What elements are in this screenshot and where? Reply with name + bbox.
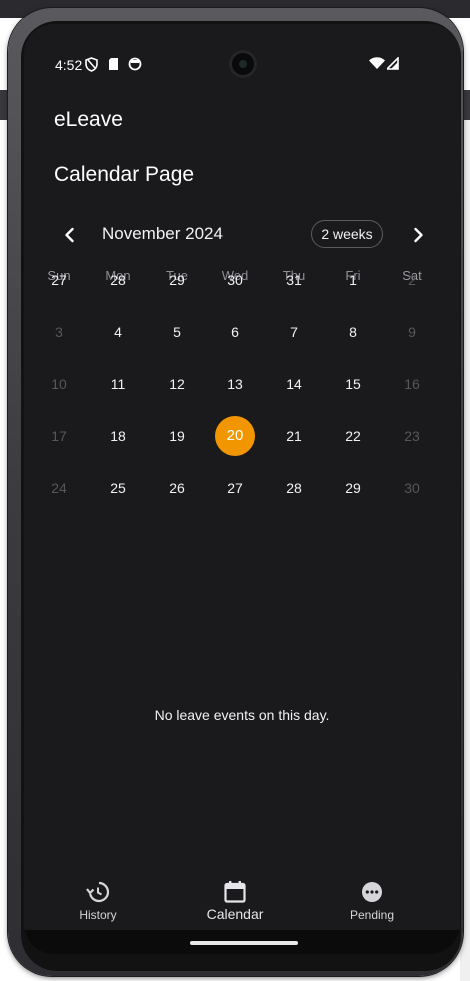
day-cell[interactable]: 26 (157, 468, 197, 508)
day-cell[interactable]: 2 (392, 260, 432, 300)
day-cell[interactable]: 25 (98, 468, 138, 508)
app-title: eLeave (54, 108, 123, 131)
day-cell[interactable]: 30 (215, 260, 255, 300)
day-cell[interactable]: 27 (215, 468, 255, 508)
day-cell[interactable]: 23 (392, 416, 432, 456)
day-cell[interactable]: 30 (392, 468, 432, 508)
day-cell[interactable]: 9 (392, 312, 432, 352)
nav-pending[interactable]: Pending (322, 874, 422, 930)
day-cell[interactable]: 10 (39, 364, 79, 404)
face-icon (128, 57, 142, 73)
day-cell[interactable]: 29 (333, 468, 373, 508)
calendar-icon (224, 881, 246, 903)
day-cell[interactable]: 27 (39, 260, 79, 300)
front-camera (229, 50, 257, 78)
status-time: 4:52 (55, 57, 83, 73)
chevron-right-icon (414, 227, 423, 243)
calendar-header: November 2024 2 weeks (54, 219, 434, 251)
day-cell[interactable]: 17 (39, 416, 79, 456)
day-cell[interactable]: 11 (98, 364, 138, 404)
nav-pending-label: Pending (349, 908, 395, 922)
day-cell[interactable]: 28 (274, 468, 314, 508)
day-cell[interactable]: 4 (98, 312, 138, 352)
day-cell[interactable]: 31 (274, 260, 314, 300)
day-cell[interactable]: 5 (157, 312, 197, 352)
signal-icon (385, 56, 401, 73)
previous-month-button[interactable] (54, 219, 86, 251)
nav-calendar[interactable]: Calendar (185, 874, 285, 930)
pending-icon (362, 882, 382, 902)
app-screen: 4:52 eLeave Calendar Page November 2024 … (24, 24, 460, 954)
page-title: Calendar Page (54, 163, 195, 186)
no-events-message: No leave events on this day. (154, 707, 330, 723)
day-cell[interactable]: 18 (98, 416, 138, 456)
day-cell[interactable]: 1 (333, 260, 373, 300)
day-cell[interactable]: 28 (98, 260, 138, 300)
bottom-navigation: History Calendar Pending (24, 874, 460, 934)
chevron-left-icon (65, 227, 74, 243)
next-month-button[interactable] (402, 219, 434, 251)
day-cell[interactable]: 14 (274, 364, 314, 404)
day-cell[interactable]: 13 (215, 364, 255, 404)
day-cell[interactable]: 21 (274, 416, 314, 456)
day-cell[interactable]: 15 (333, 364, 373, 404)
day-cell[interactable]: 7 (274, 312, 314, 352)
month-label: November 2024 (102, 224, 223, 243)
day-cell[interactable]: 22 (333, 416, 373, 456)
gesture-handle[interactable] (190, 941, 298, 945)
selected-day-cell[interactable]: 20 (215, 416, 255, 456)
day-cell[interactable]: 16 (392, 364, 432, 404)
day-cell[interactable]: 19 (157, 416, 197, 456)
shield-icon (85, 57, 99, 73)
day-cell[interactable]: 6 (215, 312, 255, 352)
nav-history[interactable]: History (48, 874, 148, 930)
day-cell[interactable]: 12 (157, 364, 197, 404)
history-icon (86, 881, 110, 903)
status-bar: 4:52 (24, 24, 460, 104)
day-cell[interactable]: 29 (157, 260, 197, 300)
day-cell[interactable]: 8 (333, 312, 373, 352)
nav-history-label: History (79, 908, 117, 922)
sd-card-icon (108, 57, 122, 73)
wifi-icon (369, 57, 385, 73)
day-cell[interactable]: 24 (39, 468, 79, 508)
nav-calendar-label: Calendar (206, 906, 264, 922)
calendar-format-button[interactable]: 2 weeks (311, 220, 383, 248)
day-cell[interactable]: 3 (39, 312, 79, 352)
